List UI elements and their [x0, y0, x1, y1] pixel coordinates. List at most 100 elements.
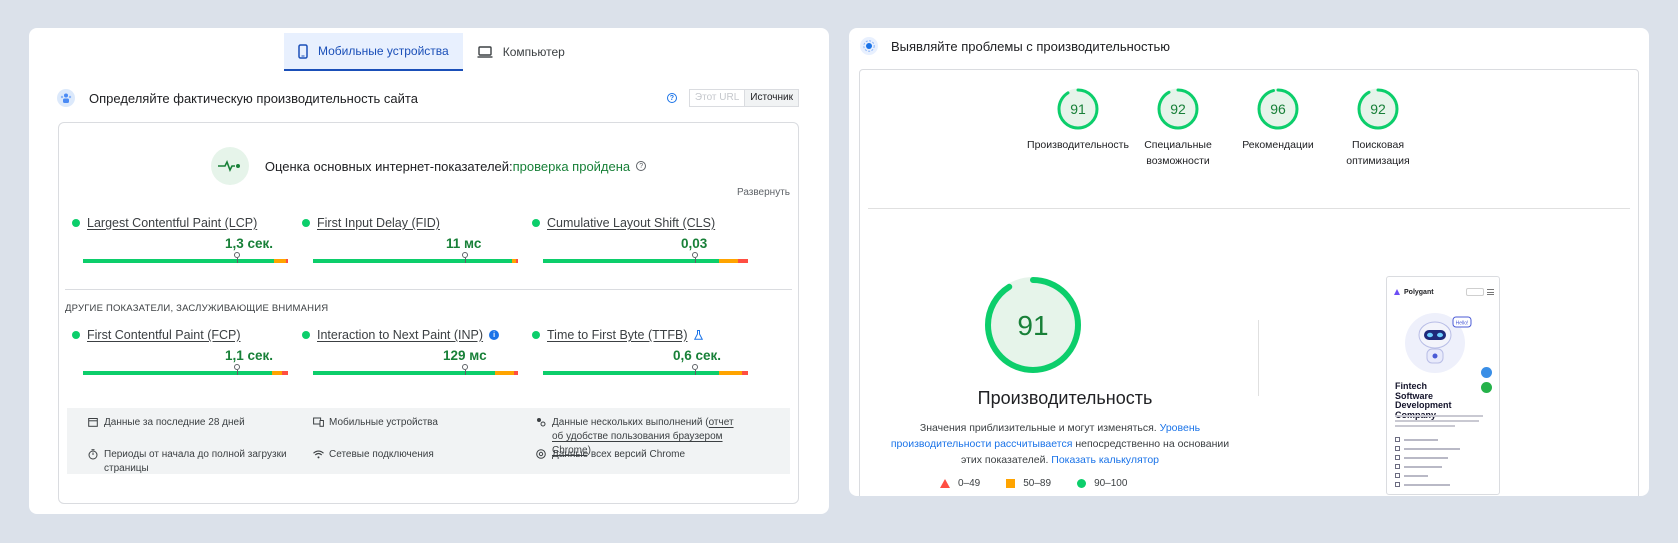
footer-load: Периоды от начала до полной загрузки стр… [87, 448, 287, 476]
percentile-marker [691, 364, 698, 375]
footer-chrome: Данные всех версий Chrome [535, 448, 685, 462]
users-icon [57, 89, 75, 107]
score-value: 92 [1170, 101, 1186, 117]
percentile-marker [461, 252, 468, 263]
metric-fcp-name[interactable]: First Contentful Paint (FCP) [87, 328, 241, 342]
circle-icon [1077, 479, 1087, 488]
telegram-icon [1481, 367, 1492, 378]
metric-cls: Cumulative Layout Shift (CLS) 0,03 [532, 216, 748, 263]
divider [868, 208, 1630, 209]
score-ring: 92 [1157, 88, 1199, 130]
cwv-assessment: Оценка основных интернет-показателей: пр… [59, 147, 798, 185]
whatsapp-icon [1481, 382, 1492, 393]
metric-inp-name[interactable]: Interaction to Next Paint (INP) [317, 328, 483, 342]
score-ring: 92 [1357, 88, 1399, 130]
legend-pass: 90–100 [1077, 478, 1127, 489]
calendar-icon [87, 416, 99, 428]
section-title: Определяйте фактическую производительнос… [89, 90, 418, 106]
metric-fid-value: 11 мс [446, 236, 482, 251]
device-tabs: Мобильные устройства Компьютер [284, 33, 579, 71]
score-legend: 0–49 50–89 90–100 [940, 478, 1127, 489]
pass-dot [72, 219, 80, 227]
score-gauges: 91 Производительность 92 Специальные воз… [1027, 87, 1428, 169]
pass-dot [302, 219, 310, 227]
gauge-label: Специальные возможности [1144, 139, 1212, 167]
data-info-footer: Данные за последние 28 дней Мобильные ус… [67, 408, 790, 474]
metric-cls-name[interactable]: Cumulative Layout Shift (CLS) [547, 216, 715, 230]
vertical-divider [1258, 320, 1259, 396]
metric-inp-value: 129 мс [443, 348, 487, 363]
chrome-icon [535, 448, 547, 460]
metric-ttfb-name[interactable]: Time to First Byte (TTFB) [547, 328, 688, 342]
distribution-bar [83, 259, 288, 263]
distribution-bar [313, 259, 518, 263]
preview-button [1466, 288, 1484, 296]
performance-title: Производительность [977, 388, 1153, 408]
toggle-origin[interactable]: Источник [745, 90, 798, 106]
percentile-marker [233, 252, 240, 263]
metric-fid-name[interactable]: First Input Delay (FID) [317, 216, 440, 230]
flask-icon[interactable] [693, 330, 703, 340]
score-ring: 96 [1257, 88, 1299, 130]
metric-fcp: First Contentful Paint (FCP) 1,1 сек. [72, 328, 288, 375]
big-score-ring: 91 [985, 277, 1081, 373]
gauge-performance[interactable]: 91 Производительность [1027, 87, 1129, 169]
calculator-link[interactable]: Показать калькулятор [1051, 454, 1159, 466]
gauge-seo[interactable]: 92 Поисковая оптимизация [1328, 87, 1428, 169]
field-data-header: Определяйте фактическую производительнос… [57, 88, 799, 108]
url-origin-controls: ? Этот URL Источник [666, 89, 799, 107]
tab-mobile[interactable]: Мобильные устройства [284, 33, 463, 71]
triangle-icon [940, 479, 950, 488]
toggle-this-url[interactable]: Этот URL [690, 90, 746, 106]
lab-data-title: Выявляйте проблемы с производительностью [891, 38, 1171, 54]
tab-desktop[interactable]: Компьютер [463, 33, 579, 71]
stopwatch-icon [87, 448, 99, 460]
wifi-icon [312, 448, 324, 460]
score-value: 92 [1370, 101, 1386, 117]
runs-icon [535, 416, 547, 428]
metric-lcp-name[interactable]: Largest Contentful Paint (LCP) [87, 216, 257, 230]
legend-fail: 0–49 [940, 478, 980, 489]
pass-dot [532, 331, 540, 339]
cwv-panel: Оценка основных интернет-показателей: пр… [58, 122, 799, 504]
info-icon[interactable]: i [489, 330, 500, 340]
laptop-icon [477, 46, 493, 58]
square-icon [1006, 479, 1016, 488]
legend-average: 50–89 [1006, 478, 1051, 489]
other-metrics-title: ДРУГИЕ ПОКАЗАТЕЛИ, ЗАСЛУЖИВАЮЩИЕ ВНИМАНИ… [65, 303, 329, 314]
tab-mobile-label: Мобильные устройства [318, 44, 449, 58]
divider [65, 289, 792, 290]
pulse-icon [210, 147, 249, 185]
gauge-accessibility[interactable]: 92 Специальные возможности [1128, 87, 1228, 169]
distribution-bar [543, 371, 748, 375]
percentile-marker [691, 252, 698, 263]
expand-link[interactable]: Развернуть [737, 187, 790, 198]
tab-desktop-label: Компьютер [502, 45, 565, 59]
distribution-bar [543, 259, 748, 263]
metric-fid: First Input Delay (FID) 11 мс [302, 216, 518, 263]
gauge-best-practices[interactable]: 96 Рекомендации [1228, 87, 1328, 169]
preview-subtext [1395, 415, 1483, 430]
metric-lcp-value: 1,3 сек. [225, 236, 274, 251]
polygant-logo-icon [1393, 283, 1401, 301]
score-value: 96 [1270, 101, 1286, 117]
percentile-marker [461, 364, 468, 375]
metric-lcp: Largest Contentful Paint (LCP) 1,3 сек. [72, 216, 288, 263]
metric-inp: Interaction to Next Paint (INP) i 129 мс [302, 328, 518, 375]
cwv-label: Оценка основных интернет-показателей: [264, 158, 513, 174]
metric-ttfb-value: 0,6 сек. [673, 348, 722, 363]
performance-description: Значения приблизительные и могут изменят… [890, 422, 1230, 466]
field-data-card: Мобильные устройства Компьютер Определяй… [29, 28, 829, 514]
gauge-label: Производительность [1027, 139, 1129, 151]
preview-badge: Hello! [1456, 321, 1469, 327]
info-icon[interactable]: ? [666, 93, 677, 103]
robot-illustration: Hello! [1399, 307, 1483, 382]
help-icon[interactable]: ? [636, 161, 647, 171]
cwv-status: проверка пройдена [512, 158, 631, 174]
performance-main-gauge: 91 [983, 275, 1083, 380]
metric-cls-value: 0,03 [681, 236, 708, 251]
lighthouse-report: 91 Производительность 92 Специальные воз… [859, 69, 1639, 496]
pass-dot [302, 331, 310, 339]
preview-brand: Polygant [1404, 288, 1434, 296]
gauge-label: Рекомендации [1242, 139, 1314, 151]
